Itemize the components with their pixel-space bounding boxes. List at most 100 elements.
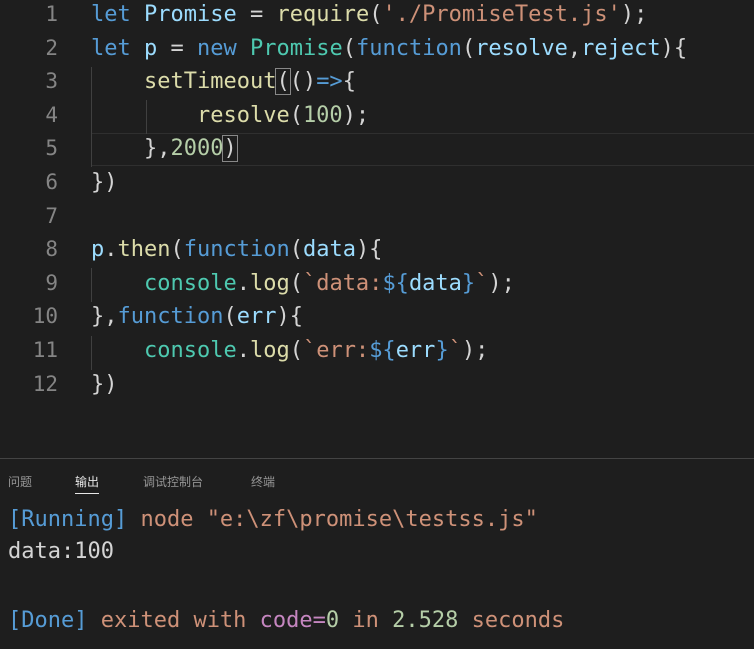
code-line[interactable]: 5 },2000): [0, 132, 754, 166]
line-number: 10: [32, 304, 58, 329]
code-token: resolve: [475, 35, 568, 61]
output-done-line: [Done] exited with code=0 in 2.528 secon…: [8, 606, 564, 636]
code-token: .: [236, 338, 250, 363]
exited-with-text: exited with: [87, 608, 260, 633]
code-token: =>: [316, 69, 343, 95]
done-tag: [Done]: [8, 608, 88, 633]
exit-code-label: code=: [259, 608, 326, 633]
code-token: =: [236, 2, 277, 27]
code-text: console.log(`err:${err}`);: [91, 334, 488, 368]
code-token: Promise: [144, 2, 237, 27]
code-token: function: [183, 237, 290, 263]
code-token: err: [236, 304, 277, 330]
code-token: function: [355, 35, 462, 61]
matched-bracket: (: [275, 68, 291, 96]
code-line[interactable]: 1 let Promise = require('./PromiseTest.js…: [0, 0, 754, 32]
code-line[interactable]: 7: [0, 200, 754, 234]
line-number: 8: [45, 237, 58, 262]
code-token: },: [91, 304, 118, 330]
code-text: p.then(function(data){: [91, 233, 382, 267]
code-token: );: [461, 338, 489, 363]
code-editor[interactable]: 1 let Promise = require('./PromiseTest.js…: [0, 0, 754, 458]
in-word: in: [339, 608, 393, 633]
code-text: }): [91, 166, 118, 200]
run-command: node "e:\zf\promise\testss.js": [127, 507, 538, 532]
code-token: let: [91, 2, 131, 27]
line-number: 12: [32, 371, 58, 396]
code-token: setTimeout: [143, 69, 277, 95]
code-line[interactable]: 8 p.then(function(data){: [0, 233, 754, 267]
code-text: let p = new Promise(function(resolve,rej…: [91, 32, 687, 66]
line-number: 6: [45, 170, 58, 194]
code-token: 100: [302, 102, 343, 128]
code-line[interactable]: 2 let p = new Promise(function(resolve,re…: [0, 32, 754, 66]
code-text: },function(err){: [91, 300, 303, 334]
code-token: );: [342, 102, 370, 128]
code-token: log: [249, 338, 290, 363]
code-token: =: [157, 35, 197, 61]
line-number: 4: [45, 102, 58, 127]
code-token: ,: [567, 35, 582, 61]
code-token: (: [289, 270, 303, 296]
code-text: console.log(`data:${data}`);: [91, 267, 515, 301]
tab-output[interactable]: 输出: [75, 473, 100, 494]
code-token: then: [117, 237, 171, 263]
code-text: }): [91, 368, 118, 402]
panel-tabs: 问题 输出 调试控制台 终端: [0, 459, 754, 499]
code-line[interactable]: 6}): [0, 166, 754, 200]
code-token: }: [435, 338, 449, 363]
code-token: require: [276, 2, 370, 27]
line-number: 9: [45, 270, 58, 295]
code-token: }): [91, 170, 118, 195]
code-token: {: [342, 69, 356, 95]
code-token: function: [117, 304, 224, 330]
line-number: 11: [32, 338, 58, 362]
output-data-line: data:100: [8, 537, 114, 567]
code-token: ${: [369, 338, 396, 363]
code-line[interactable]: 3 setTimeout(()=>{: [0, 65, 754, 99]
output-running-line: [Running] node "e:\zf\promise\testss.js": [8, 505, 538, 535]
seconds-word: seconds: [458, 608, 565, 633]
exit-code-value: 0: [325, 608, 340, 633]
code-token: `: [475, 270, 489, 296]
code-line[interactable]: 10 },function(err){: [0, 300, 754, 334]
code-token: ${: [382, 270, 409, 296]
code-text: let Promise = require('./PromiseTest.js'…: [91, 0, 647, 32]
code-token: },: [143, 136, 171, 162]
tab-terminal[interactable]: 终端: [251, 473, 275, 490]
code-line[interactable]: 4 resolve(100);: [0, 99, 754, 133]
line-number: 1: [45, 2, 58, 26]
code-token: ){: [660, 35, 688, 61]
code-token: );: [488, 270, 515, 296]
tab-debug-console[interactable]: 调试控制台: [143, 473, 203, 490]
code-token: (: [342, 35, 356, 61]
code-token: (: [289, 102, 303, 128]
code-token: (): [289, 69, 317, 95]
code-line[interactable]: 12}): [0, 368, 754, 402]
code-token: `data:: [302, 270, 383, 296]
code-token: `err:: [302, 338, 370, 363]
output-panel: 问题 输出 调试控制台 终端 [Running] node "e:\zf\pro…: [0, 458, 754, 649]
code-token: (: [289, 237, 303, 263]
code-line[interactable]: 11 console.log(`err:${err}`);: [0, 334, 754, 368]
code-line[interactable]: 9 console.log(`data:${data}`);: [0, 267, 754, 301]
code-token: new: [197, 35, 237, 61]
code-token: (: [461, 35, 476, 61]
code-text: },2000): [91, 132, 238, 166]
code-token: .: [236, 270, 250, 296]
tab-problems[interactable]: 问题: [8, 473, 32, 490]
code-token: console: [143, 338, 237, 363]
code-token: p: [91, 237, 105, 263]
code-token: data: [302, 237, 356, 263]
code-token: `: [448, 338, 462, 363]
code-token: (: [289, 338, 303, 363]
output-data-text: data:100: [8, 539, 114, 564]
code-token: data: [408, 270, 462, 296]
code-token: let: [91, 35, 131, 61]
code-text: resolve(100);: [91, 99, 369, 133]
